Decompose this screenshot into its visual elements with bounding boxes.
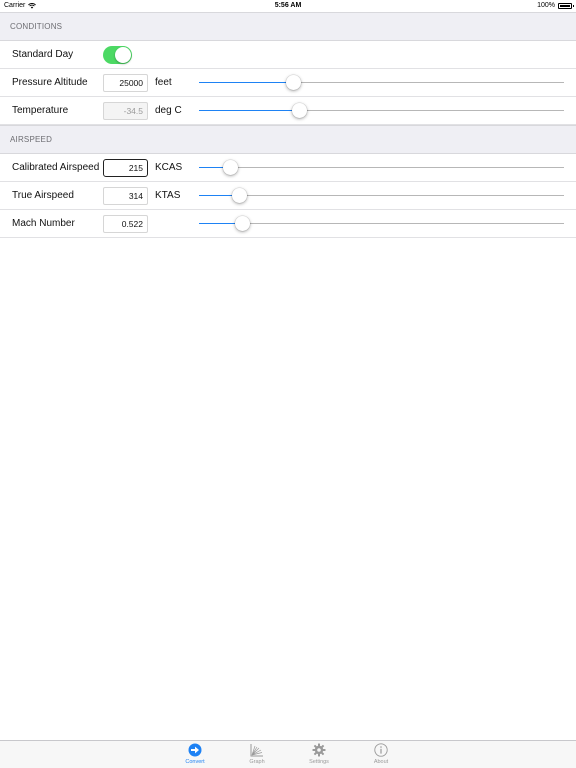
slider-thumb[interactable] xyxy=(232,188,248,203)
status-time: 5:56 AM xyxy=(274,2,302,9)
temperature-unit: deg C xyxy=(155,105,182,116)
slider-thumb[interactable] xyxy=(234,216,250,231)
calibrated-airspeed-label: Calibrated Airspeed xyxy=(12,162,100,173)
slider-thumb[interactable] xyxy=(291,103,307,118)
row-standard-day: Standard Day xyxy=(0,41,576,69)
graph-icon xyxy=(250,744,263,757)
battery-percent: 100% xyxy=(537,2,555,9)
row-true-airspeed: True Airspeed KTAS xyxy=(0,182,576,210)
slider-fill xyxy=(199,82,294,83)
gear-icon xyxy=(312,743,326,757)
true-airspeed-label: True Airspeed xyxy=(12,190,74,201)
slider-track xyxy=(199,223,564,224)
row-calibrated-airspeed: Calibrated Airspeed KCAS xyxy=(0,154,576,182)
pressure-altitude-field[interactable] xyxy=(103,74,148,92)
slider-track xyxy=(199,167,564,168)
row-temperature: Temperature deg C xyxy=(0,97,576,125)
slider-track xyxy=(199,195,564,196)
calibrated-airspeed-unit: KCAS xyxy=(155,162,183,173)
calibrated-airspeed-field[interactable] xyxy=(103,159,148,177)
standard-day-label: Standard Day xyxy=(12,49,74,60)
tab-settings[interactable]: Settings xyxy=(299,741,339,768)
arrow-right-circle-icon xyxy=(188,743,202,757)
status-bar: Carrier 5:56 AM 100% xyxy=(0,0,576,12)
tab-graph[interactable]: Graph xyxy=(237,741,277,768)
pressure-altitude-label: Pressure Altitude xyxy=(12,77,88,88)
true-airspeed-field[interactable] xyxy=(103,187,148,205)
tab-settings-label: Settings xyxy=(309,759,329,765)
battery-icon xyxy=(558,2,574,9)
tab-bar: Convert Graph Settings About xyxy=(0,740,576,768)
pressure-altitude-unit: feet xyxy=(155,77,172,88)
true-airspeed-unit: KTAS xyxy=(155,190,181,201)
temperature-slider[interactable] xyxy=(199,97,564,125)
toggle-knob xyxy=(115,47,131,63)
slider-thumb[interactable] xyxy=(285,75,301,90)
tab-graph-label: Graph xyxy=(249,759,265,765)
status-battery: 100% xyxy=(537,2,574,9)
pressure-altitude-slider[interactable] xyxy=(199,69,564,97)
mach-number-label: Mach Number xyxy=(12,218,75,229)
true-airspeed-slider[interactable] xyxy=(199,182,564,210)
row-pressure-altitude: Pressure Altitude feet xyxy=(0,69,576,97)
slider-fill xyxy=(199,110,299,111)
section-header-airspeed: AIRSPEED xyxy=(0,125,576,154)
info-icon xyxy=(374,743,388,757)
tab-convert-label: Convert xyxy=(185,759,205,765)
section-header-conditions: CONDITIONS xyxy=(0,12,576,41)
slider-thumb[interactable] xyxy=(222,160,238,175)
mach-number-slider[interactable] xyxy=(199,210,564,238)
tab-about[interactable]: About xyxy=(361,741,401,768)
tab-convert[interactable]: Convert xyxy=(175,741,215,768)
standard-day-toggle[interactable] xyxy=(103,46,132,64)
tab-about-label: About xyxy=(373,759,389,765)
mach-number-field[interactable] xyxy=(103,215,148,233)
temperature-field xyxy=(103,102,148,120)
calibrated-airspeed-slider[interactable] xyxy=(199,154,564,182)
temperature-label: Temperature xyxy=(12,105,69,116)
row-mach-number: Mach Number xyxy=(0,210,576,238)
